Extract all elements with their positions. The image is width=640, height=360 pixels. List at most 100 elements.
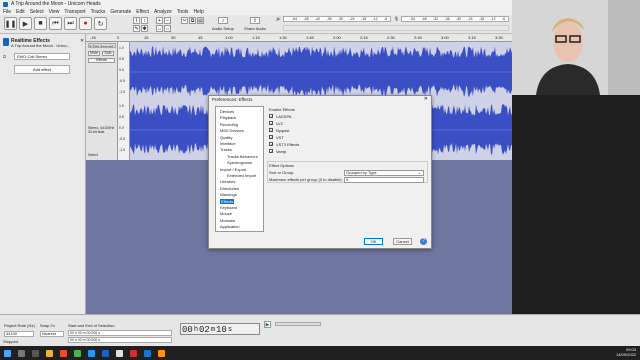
task-view-icon[interactable] (32, 349, 39, 357)
search-icon[interactable] (18, 349, 25, 357)
vertical-scale[interactable]: 1.0 0.5 0.0 -0.5 -1.0 1.0 0.5 0.0 -0.5 -1.0 (118, 42, 130, 160)
tree-item-recording[interactable]: Recording (220, 122, 238, 127)
tree-item-tracks-behaviors[interactable]: Tracks Behaviors (227, 154, 258, 159)
pause-button[interactable]: ❚❚ (4, 17, 17, 30)
checkbox-vst[interactable]: ✓ (269, 135, 273, 140)
timeline-ruler[interactable]: -15 0 15 30 45 1:00 1:15 1:30 1:45 2:00 2:15 2:30 2:… (86, 34, 512, 42)
tree-item-extended-import[interactable]: Extended Import (227, 173, 256, 178)
ruler-tick: 30 (171, 35, 176, 40)
add-effect-button[interactable]: Add effect (14, 65, 70, 74)
audio-position-display[interactable]: 00 h 02 m 10 s (180, 323, 260, 335)
snap-to-select[interactable]: Nearest (40, 331, 64, 337)
fit-selection-icon[interactable]: ↔ (156, 25, 163, 32)
photos-icon[interactable] (116, 349, 123, 357)
chrome-icon[interactable] (74, 349, 81, 357)
tree-item-modules[interactable]: Modules (220, 218, 235, 223)
solo-button[interactable]: Solo (102, 51, 114, 56)
menu-item-help[interactable]: Help (193, 9, 203, 15)
app-icon[interactable] (130, 349, 137, 357)
play-speed-slider[interactable] (275, 322, 321, 326)
draw-tool-icon[interactable]: ✎ (133, 25, 140, 32)
fit-project-icon[interactable]: ⇔ (164, 25, 171, 32)
menu-item-view[interactable]: View (49, 9, 60, 15)
file-explorer-icon[interactable] (46, 349, 53, 357)
audio-setup-icon[interactable]: ♪ (218, 17, 228, 24)
checkbox-vamp[interactable]: ✓ (269, 149, 273, 154)
loop-button[interactable]: ↻ (94, 17, 107, 30)
max-effects-input[interactable]: 0 (344, 177, 424, 183)
menu-item-file[interactable]: File (3, 9, 11, 15)
share-audio-label[interactable]: Share Audio (244, 26, 266, 31)
tree-item-keyboard[interactable]: Keyboard (220, 205, 237, 210)
sort-or-group-select[interactable]: Grouped by Type ⌄ (344, 170, 424, 176)
menu-item-tools[interactable]: Tools (177, 9, 189, 15)
tree-item-midi-devices[interactable]: MIDI Devices (220, 128, 244, 133)
tree-item-playback[interactable]: Playback (220, 115, 236, 120)
app-icon-2[interactable] (158, 349, 165, 357)
ok-button[interactable]: OK (364, 238, 383, 245)
selection-tool-icon[interactable]: I (133, 17, 140, 24)
tree-item-spectrograms[interactable]: Spectrograms (227, 160, 252, 165)
checkbox-ladspa[interactable]: ✓ (269, 114, 273, 119)
tree-item-application[interactable]: Application (220, 224, 240, 229)
record-meter[interactable]: -54 -48 -42 -36 -30 -24 -18 -12 -6 (401, 16, 509, 22)
menu-item-edit[interactable]: Edit (16, 9, 25, 15)
zoom-out-icon[interactable]: − (164, 17, 171, 24)
selection-end-field[interactable]: 00 h 00 m 00.000 s (68, 337, 172, 343)
tree-item-libraries[interactable]: Libraries (220, 179, 235, 184)
skip-end-button[interactable]: ⏭ (64, 17, 77, 30)
menu-item-generate[interactable]: Generate (110, 9, 131, 15)
playback-meter[interactable]: -54 -48 -42 -36 -30 -24 -18 -12 -6 (283, 16, 391, 22)
firefox-icon[interactable] (60, 349, 67, 357)
project-rate-select[interactable]: 44100 (4, 331, 34, 337)
help-icon[interactable]: ? (420, 238, 427, 245)
menu-item-tracks[interactable]: Tracks (91, 9, 106, 15)
tree-item-mouse[interactable]: Mouse (220, 211, 232, 216)
word-icon[interactable] (102, 349, 109, 357)
stop-button[interactable]: ■ (34, 17, 47, 30)
menu-item-analyze[interactable]: Analyze (154, 9, 172, 15)
tree-item-interface[interactable]: Interface (220, 141, 236, 146)
checkbox-lv2[interactable]: ✓ (269, 121, 273, 126)
checkbox-nyquist[interactable]: ✓ (269, 128, 273, 133)
tree-item-effects[interactable]: Effects (220, 198, 235, 204)
start-button-icon[interactable] (4, 349, 11, 357)
dialog-close-button[interactable]: ✕ (424, 96, 428, 102)
skip-start-button[interactable]: ⏮ (49, 17, 62, 30)
tree-item-warnings[interactable]: Warnings (220, 192, 237, 197)
mute-button[interactable]: Mute (88, 51, 100, 56)
menu-item-effect[interactable]: Effect (136, 9, 149, 15)
selection-start-field[interactable]: 00 h 00 m 00.000 s (68, 330, 172, 336)
zoom-in-icon[interactable]: + (156, 17, 163, 24)
cancel-button[interactable]: Cancel (393, 238, 412, 245)
cut-icon[interactable]: ✂ (181, 17, 188, 24)
effects-button[interactable]: Effects (88, 58, 115, 63)
tree-item-quality[interactable]: Quality (220, 135, 232, 140)
audacity-taskbar-icon[interactable] (144, 349, 151, 357)
envelope-tool-icon[interactable]: ↕ (141, 17, 148, 24)
tree-item-tracks[interactable]: Tracks (220, 147, 232, 152)
edge-icon[interactable] (88, 349, 95, 357)
play-button[interactable]: ▶ (19, 17, 32, 30)
track-select-button[interactable]: Select (88, 153, 98, 157)
power-icon[interactable]: ⏻ (3, 54, 6, 59)
scale-tick: 0.0 (119, 68, 124, 72)
play-at-speed-button[interactable]: ▶ (264, 321, 271, 328)
audio-setup-label[interactable]: Audio Setup (212, 26, 234, 31)
checkbox-vst3-effects[interactable]: ✓ (269, 142, 273, 147)
multi-tool-icon[interactable]: ✱ (141, 25, 148, 32)
tree-item-devices[interactable]: Devices (220, 109, 234, 114)
preset-dropdown[interactable]: EMO-Cali Stereo (14, 53, 70, 60)
copy-icon[interactable]: ⧉ (189, 17, 196, 24)
track-name-button[interactable]: A Trip Around (88, 43, 116, 48)
tree-item-directories[interactable]: Directories (220, 186, 239, 191)
share-audio-icon[interactable]: ⇪ (250, 17, 260, 24)
paste-icon[interactable]: ▤ (197, 17, 204, 24)
record-button[interactable]: ● (79, 17, 92, 30)
menu-item-transport[interactable]: Transport (64, 9, 85, 15)
meter-tick: -24 (349, 17, 355, 21)
tree-item-import-export[interactable]: Import / Export (220, 167, 246, 172)
menu-item-select[interactable]: Select (30, 9, 44, 15)
system-clock[interactable]: 09:03 14/09/2022 (616, 347, 636, 357)
close-panel-icon[interactable]: ✕ (80, 38, 84, 44)
